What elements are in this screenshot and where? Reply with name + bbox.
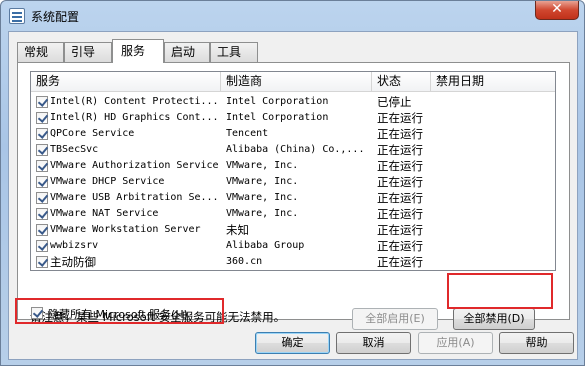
service-row[interactable]: VMware Authorization Service VMware, Inc.… — [31, 158, 555, 174]
service-name-cell: 主动防御 — [50, 255, 96, 269]
service-name-cell: VMware DHCP Service — [50, 176, 165, 187]
service-status-cell: 正在运行 — [377, 143, 423, 157]
app-icon — [9, 8, 25, 24]
service-status-cell: 正在运行 — [377, 239, 423, 253]
service-maker-cell: VMware, Inc. — [226, 160, 299, 171]
list-header: 服务 制造商 状态 禁用日期 — [31, 72, 555, 92]
service-status-cell: 正在运行 — [377, 127, 423, 141]
hide-microsoft-services-label: 隐藏所有 Microsoft 服务(H) — [48, 308, 188, 321]
service-status-cell: 正在运行 — [377, 207, 423, 221]
cancel-button[interactable]: 取消 — [336, 332, 411, 354]
services-list[interactable]: 服务 制造商 状态 禁用日期 Intel(R) Content Protecti… — [30, 71, 556, 271]
hide-microsoft-services-checkbox[interactable] — [31, 307, 43, 319]
window-title: 系统配置 — [31, 10, 80, 24]
system-config-window: 系统配置 ✕ 常规 引导 服务 启动 工具 服务 制造商 状态 禁用日期 Int… — [0, 0, 585, 366]
tab-boot[interactable]: 引导 — [64, 42, 112, 62]
service-maker-cell: 360.cn — [226, 256, 263, 267]
column-status[interactable]: 状态 — [372, 72, 431, 92]
service-checkbox[interactable] — [36, 224, 48, 236]
services-panel: 服务 制造商 状态 禁用日期 Intel(R) Content Protecti… — [17, 62, 570, 330]
close-icon[interactable]: ✕ — [535, 1, 579, 20]
service-status-cell: 正在运行 — [377, 111, 423, 125]
service-name-cell: wwbizsrv — [50, 240, 99, 251]
service-name-cell: VMware Authorization Service — [50, 160, 218, 171]
service-maker-cell: Alibaba Group — [226, 240, 305, 251]
service-status-cell: 正在运行 — [377, 159, 423, 173]
service-status-cell: 正在运行 — [377, 223, 423, 237]
service-name-cell: QPCore Service — [50, 128, 135, 139]
ok-button[interactable]: 确定 — [255, 332, 330, 354]
service-checkbox[interactable] — [36, 112, 48, 124]
service-status-cell: 已停止 — [377, 95, 412, 109]
service-name-cell: VMware NAT Service — [50, 208, 159, 219]
service-maker-cell: VMware, Inc. — [226, 192, 299, 203]
service-row[interactable]: Intel(R) HD Graphics Cont... Intel Corpor… — [31, 110, 555, 126]
service-checkbox[interactable] — [36, 96, 48, 108]
service-maker-cell: Intel Corporation — [226, 112, 329, 123]
column-manufacturer[interactable]: 制造商 — [221, 72, 372, 92]
tab-services[interactable]: 服务 — [112, 39, 164, 63]
service-row[interactable]: VMware DHCP Service VMware, Inc. 正在运行 — [31, 174, 555, 190]
service-maker-cell: 未知 — [226, 223, 249, 237]
service-maker-cell: Intel Corporation — [226, 96, 329, 107]
service-checkbox[interactable] — [36, 160, 48, 172]
enable-all-button[interactable]: 全部启用(E) — [352, 308, 438, 330]
service-checkbox[interactable] — [36, 128, 48, 140]
service-row[interactable]: 主动防御 360.cn 正在运行 — [31, 254, 555, 270]
service-row[interactable]: TBSecSvc Alibaba (China) Co.,... 正在运行 — [31, 142, 555, 158]
column-service[interactable]: 服务 — [31, 72, 221, 92]
service-row[interactable]: VMware Workstation Server 未知 正在运行 — [31, 222, 555, 238]
service-maker-cell: VMware, Inc. — [226, 208, 299, 219]
service-checkbox[interactable] — [36, 176, 48, 188]
service-name-cell: VMware USB Arbitration Se... — [50, 192, 218, 203]
service-name-cell: VMware Workstation Server — [50, 224, 201, 235]
help-button[interactable]: 帮助 — [499, 332, 574, 354]
service-checkbox[interactable] — [36, 240, 48, 252]
service-status-cell: 正在运行 — [377, 255, 423, 269]
tab-general[interactable]: 常规 — [17, 42, 64, 62]
tab-tools[interactable]: 工具 — [210, 42, 258, 62]
disable-all-button[interactable]: 全部禁用(D) — [453, 308, 535, 330]
service-row[interactable]: Intel(R) Content Protecti... Intel Corpor… — [31, 94, 555, 110]
service-checkbox[interactable] — [36, 192, 48, 204]
service-row[interactable]: VMware NAT Service VMware, Inc. 正在运行 — [31, 206, 555, 222]
service-checkbox[interactable] — [36, 208, 48, 220]
dialog-client: 常规 引导 服务 启动 工具 服务 制造商 状态 禁用日期 Intel(R) C… — [8, 31, 578, 360]
service-name-cell: Intel(R) HD Graphics Cont... — [50, 112, 218, 123]
column-disable-date[interactable]: 禁用日期 — [431, 72, 555, 92]
tab-startup[interactable]: 启动 — [164, 42, 210, 62]
service-status-cell: 正在运行 — [377, 175, 423, 189]
service-maker-cell: Tencent — [226, 128, 269, 139]
apply-button[interactable]: 应用(A) — [418, 332, 493, 354]
service-row[interactable]: QPCore Service Tencent 正在运行 — [31, 126, 555, 142]
service-maker-cell: Alibaba (China) Co.,... — [226, 144, 365, 155]
service-maker-cell: VMware, Inc. — [226, 176, 299, 187]
service-checkbox[interactable] — [36, 256, 48, 268]
service-name-cell: TBSecSvc — [50, 144, 99, 155]
service-status-cell: 正在运行 — [377, 191, 423, 205]
service-row[interactable]: wwbizsrv Alibaba Group 正在运行 — [31, 238, 555, 254]
service-name-cell: Intel(R) Content Protecti... — [50, 96, 218, 107]
title-bar[interactable]: 系统配置 ✕ — [1, 1, 584, 31]
service-checkbox[interactable] — [36, 144, 48, 156]
service-row[interactable]: VMware USB Arbitration Se... VMware, Inc.… — [31, 190, 555, 206]
